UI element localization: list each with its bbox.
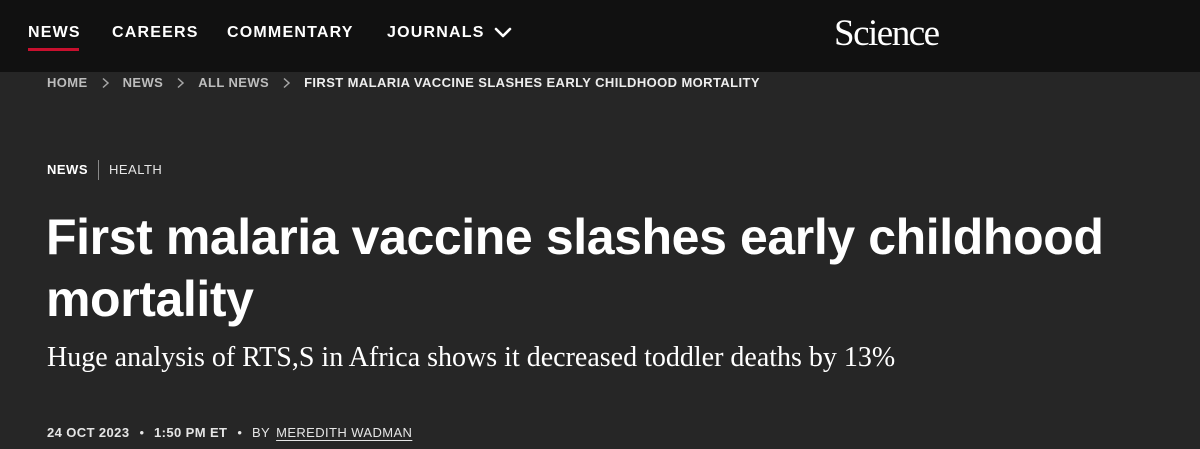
kicker-divider (98, 160, 99, 180)
meta-separator: • (237, 425, 242, 440)
science-logo[interactable]: Science (834, 13, 940, 55)
publish-time: 1:50 PM ET (154, 425, 228, 440)
top-navigation-bar: NEWS CAREERS COMMENTARY JOURNALS Science (0, 0, 1200, 72)
article-subtitle: Huge analysis of RTS,S in Africa shows i… (47, 342, 896, 373)
article-headline: First malaria vaccine slashes early chil… (46, 209, 1104, 327)
meta-separator: • (139, 425, 145, 440)
publish-date: 24 OCT 2023 (47, 425, 130, 440)
section-link[interactable]: NEWS (47, 160, 88, 180)
breadcrumb-all-news[interactable]: ALL NEWS (198, 74, 269, 92)
chevron-right-icon (102, 77, 109, 89)
article-kicker: NEWS HEALTH (47, 160, 162, 180)
nav-careers-link[interactable]: CAREERS (112, 22, 199, 44)
chevron-right-icon (283, 77, 291, 89)
nav-journals-link[interactable]: JOURNALS (387, 22, 485, 44)
breadcrumb-news[interactable]: NEWS (123, 74, 164, 92)
breadcrumb-home[interactable]: HOME (47, 74, 88, 92)
topic-link[interactable]: HEALTH (109, 160, 162, 180)
author-link[interactable]: MEREDITH WADMAN (276, 423, 412, 443)
article-meta: 24 OCT 2023 • 1:50 PM ET • BY MEREDITH W… (47, 423, 412, 443)
nav-news-link[interactable]: NEWS (28, 22, 81, 44)
byline-prefix: BY (251, 425, 271, 440)
chevron-down-icon[interactable] (494, 24, 512, 40)
chevron-right-icon (177, 77, 185, 89)
breadcrumb-current-article: FIRST MALARIA VACCINE SLASHES EARLY CHIL… (304, 75, 760, 90)
nav-commentary-link[interactable]: COMMENTARY (227, 22, 354, 44)
nav-active-indicator (28, 48, 79, 51)
breadcrumb: HOME NEWS ALL NEWS FIRST MALARIA VACCINE… (47, 74, 760, 92)
